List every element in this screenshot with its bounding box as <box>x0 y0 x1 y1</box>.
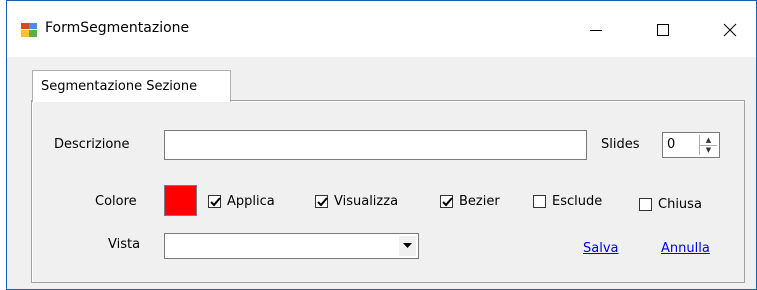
minimize-button[interactable] <box>573 13 617 47</box>
checkbox-esclude[interactable]: Esclude <box>533 194 602 209</box>
check-icon <box>317 197 328 207</box>
slides-stepper[interactable]: 0 ▲ ▼ <box>662 132 720 158</box>
checkbox-chiusa[interactable]: Chiusa <box>639 197 702 212</box>
vista-label: Vista <box>108 237 141 252</box>
close-icon <box>723 23 737 37</box>
checkbox-bezier-box[interactable] <box>440 195 453 208</box>
check-icon <box>442 197 453 207</box>
spin-buttons: ▲ ▼ <box>699 135 717 155</box>
close-button[interactable] <box>708 13 752 47</box>
window-title: FormSegmentazione <box>45 20 190 36</box>
checkbox-chiusa-label: Chiusa <box>658 197 702 212</box>
color-swatch[interactable] <box>164 185 197 216</box>
checkbox-visualizza[interactable]: Visualizza <box>315 194 398 209</box>
tab-label: Segmentazione Sezione <box>41 79 198 94</box>
checkbox-applica-box[interactable] <box>208 195 221 208</box>
tab-segmentazione-sezione[interactable]: Segmentazione Sezione <box>32 70 231 102</box>
spin-down-icon[interactable]: ▼ <box>700 145 717 155</box>
checkbox-applica[interactable]: Applica <box>208 194 275 209</box>
descrizione-label: Descrizione <box>54 137 130 152</box>
checkbox-visualizza-box[interactable] <box>315 195 328 208</box>
slides-value: 0 <box>667 137 676 152</box>
checkbox-visualizza-label: Visualizza <box>334 194 399 209</box>
check-icon <box>210 197 221 207</box>
minimize-icon <box>590 30 602 31</box>
checkbox-esclude-label: Esclude <box>552 194 603 209</box>
checkbox-chiusa-box[interactable] <box>639 198 652 211</box>
title-bar: FormSegmentazione <box>7 1 756 57</box>
form-window: FormSegmentazione Segmentazione Sezione … <box>6 0 757 290</box>
chevron-down-icon <box>403 243 412 248</box>
descrizione-input[interactable] <box>164 130 587 160</box>
checkbox-applica-label: Applica <box>227 194 275 209</box>
checkbox-bezier[interactable]: Bezier <box>440 194 500 209</box>
maximize-button[interactable] <box>641 13 685 47</box>
vista-select[interactable] <box>164 233 419 259</box>
slides-label: Slides <box>601 137 640 152</box>
annulla-link[interactable]: Annulla <box>661 241 710 256</box>
colore-label: Colore <box>95 194 137 209</box>
maximize-icon <box>657 24 669 36</box>
checkbox-esclude-box[interactable] <box>533 195 546 208</box>
salva-link[interactable]: Salva <box>583 241 619 256</box>
vista-dropdown-button[interactable] <box>399 236 416 256</box>
app-icon <box>21 22 37 38</box>
checkbox-bezier-label: Bezier <box>459 194 500 209</box>
